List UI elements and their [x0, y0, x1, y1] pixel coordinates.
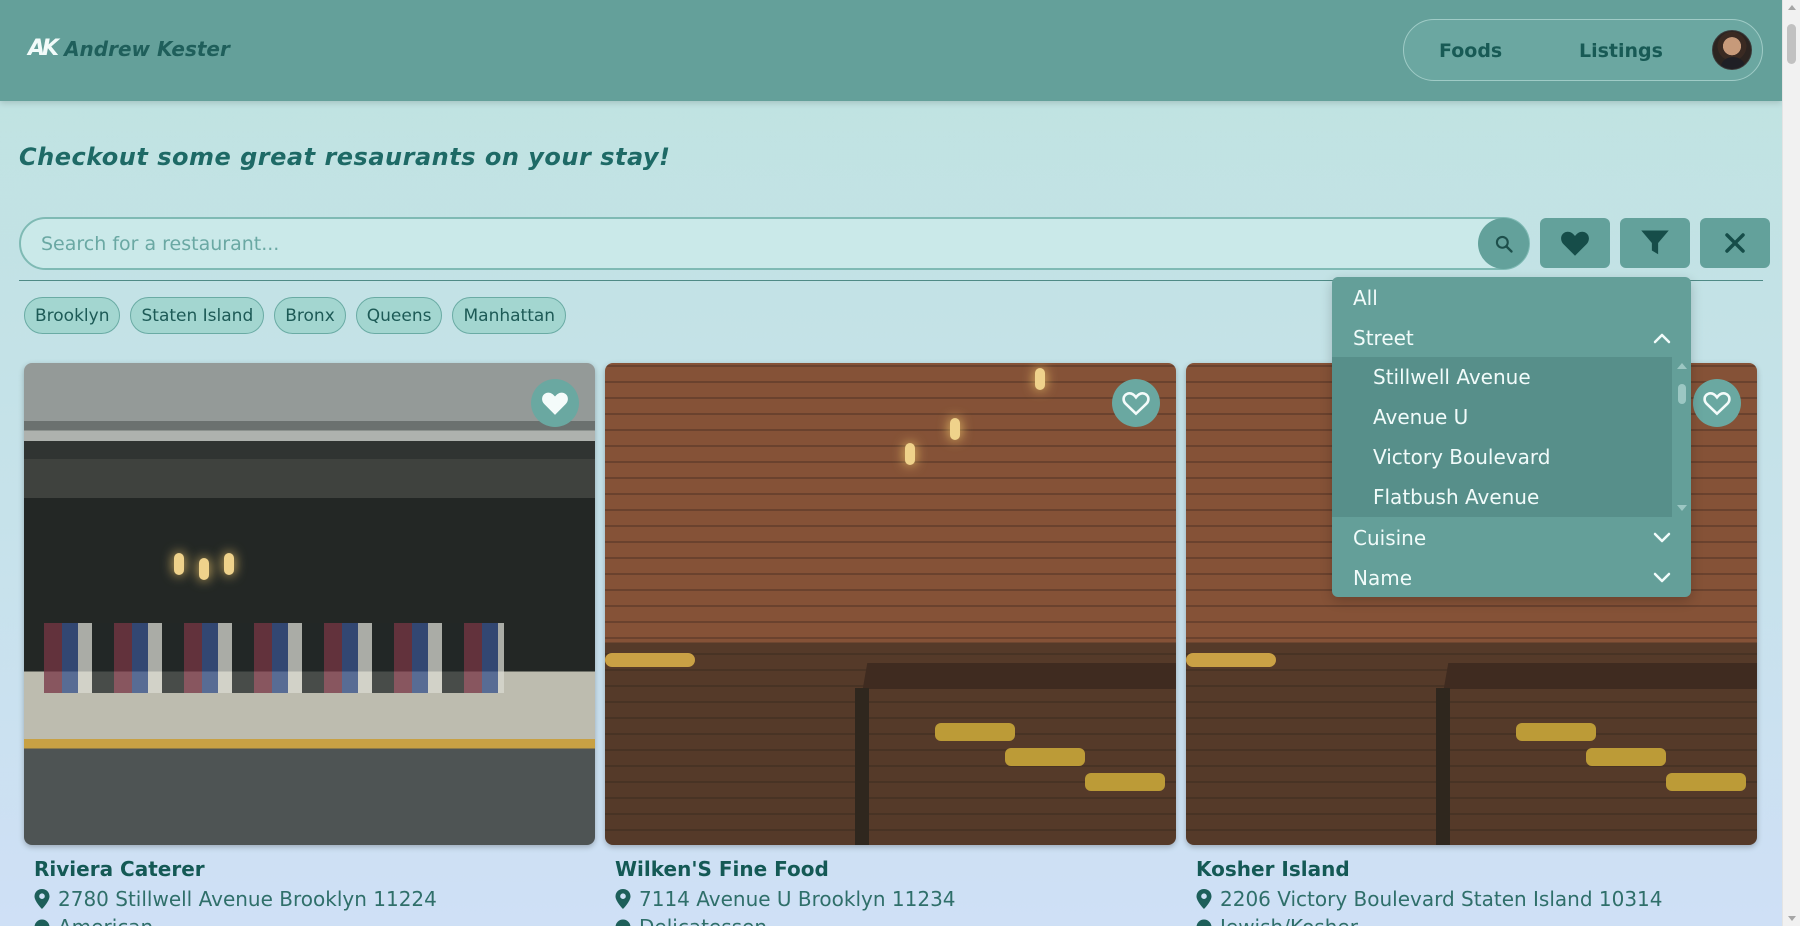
street-option[interactable]: Victory Boulevard: [1373, 445, 1550, 469]
street-option[interactable]: Stillwell Avenue: [1373, 365, 1531, 389]
chip-staten-island[interactable]: Staten Island: [130, 297, 265, 334]
restaurant-cuisine: Delicatessen: [615, 915, 767, 926]
cuisine-text: Jewish/Kosher: [1220, 915, 1358, 926]
street-option[interactable]: Flatbush Avenue: [1373, 485, 1539, 509]
street-options-scrollbar[interactable]: [1673, 357, 1691, 517]
restaurant-address: 7114 Avenue U Brooklyn 11234: [615, 887, 956, 911]
cuisine-text: Delicatessen: [639, 915, 767, 926]
chip-manhattan[interactable]: Manhattan: [452, 297, 567, 334]
filter-button[interactable]: [1620, 218, 1690, 268]
top-navbar: AK Andrew Kester Foods Listings: [0, 0, 1782, 101]
user-avatar[interactable]: [1712, 30, 1752, 70]
restaurant-card-image[interactable]: [605, 363, 1176, 845]
favorite-toggle[interactable]: [1112, 379, 1160, 427]
restaurant-address: 2780 Stillwell Avenue Brooklyn 11224: [34, 887, 437, 911]
address-text: 2780 Stillwell Avenue Brooklyn 11224: [58, 887, 437, 911]
restaurant-name[interactable]: Wilken'S Fine Food: [615, 857, 829, 881]
scroll-thumb[interactable]: [1787, 24, 1796, 64]
filter-option-all[interactable]: All: [1353, 286, 1378, 310]
scroll-down-arrow-icon[interactable]: [1788, 916, 1796, 921]
restaurant-name[interactable]: Kosher Island: [1196, 857, 1350, 881]
scroll-thumb[interactable]: [1678, 384, 1686, 404]
map-pin-icon: [34, 889, 50, 909]
street-option[interactable]: Avenue U: [1373, 405, 1468, 429]
address-text: 7114 Avenue U Brooklyn 11234: [639, 887, 956, 911]
scroll-up-arrow-icon[interactable]: [1677, 363, 1687, 369]
clear-filters-button[interactable]: [1700, 218, 1770, 268]
street-options-list: Stillwell Avenue Avenue U Victory Boulev…: [1332, 357, 1672, 517]
restaurant-cuisine: American: [34, 915, 153, 926]
search-button[interactable]: [1478, 218, 1529, 269]
borough-filter-chips: Brooklyn Staten Island Bronx Queens Manh…: [24, 297, 567, 334]
nav-listings-link[interactable]: Listings: [1579, 40, 1663, 62]
heart-filled-icon: [542, 392, 568, 415]
utensils-icon: [1196, 919, 1212, 926]
chevron-up-icon[interactable]: [1653, 329, 1671, 347]
funnel-icon: [1641, 230, 1669, 255]
cuisine-text: American: [58, 915, 153, 926]
chip-bronx[interactable]: Bronx: [274, 297, 346, 334]
map-pin-icon: [1196, 889, 1212, 909]
scroll-down-arrow-icon[interactable]: [1677, 505, 1687, 511]
brand[interactable]: AK Andrew Kester: [28, 36, 230, 61]
filter-group-cuisine[interactable]: Cuisine: [1353, 526, 1426, 550]
nav-menu: Foods Listings: [1403, 19, 1763, 81]
restaurant-address: 2206 Victory Boulevard Staten Island 103…: [1196, 887, 1663, 911]
chip-brooklyn[interactable]: Brooklyn: [24, 297, 121, 334]
search-bar: [19, 217, 1530, 270]
brand-name: Andrew Kester: [64, 36, 230, 61]
page-scrollbar[interactable]: [1782, 0, 1800, 926]
scroll-up-arrow-icon[interactable]: [1788, 5, 1796, 10]
utensils-icon: [615, 919, 631, 926]
heart-icon: [1561, 231, 1589, 256]
page-title: Checkout some great resaurants on your s…: [19, 143, 671, 171]
favorites-filter-button[interactable]: [1540, 218, 1610, 268]
heart-outline-icon: [1703, 392, 1731, 416]
filter-dropdown-menu: All Street Stillwell Avenue Avenue U Vic…: [1332, 277, 1691, 597]
nav-foods-link[interactable]: Foods: [1439, 40, 1502, 62]
search-icon: [1495, 235, 1513, 253]
chevron-down-icon[interactable]: [1653, 569, 1671, 587]
chevron-down-icon[interactable]: [1653, 529, 1671, 547]
map-pin-icon: [615, 889, 631, 909]
brand-logo: AK: [28, 36, 59, 61]
restaurant-card-image[interactable]: [24, 363, 595, 845]
filter-group-street[interactable]: Street: [1353, 326, 1414, 350]
favorite-toggle[interactable]: [531, 379, 579, 427]
search-input[interactable]: [41, 229, 1441, 259]
close-icon: [1725, 233, 1745, 253]
chip-queens[interactable]: Queens: [355, 297, 443, 334]
restaurant-name[interactable]: Riviera Caterer: [34, 857, 205, 881]
heart-outline-icon: [1122, 392, 1150, 416]
utensils-icon: [34, 919, 50, 926]
restaurant-cuisine: Jewish/Kosher: [1196, 915, 1358, 926]
address-text: 2206 Victory Boulevard Staten Island 103…: [1220, 887, 1663, 911]
filter-group-name[interactable]: Name: [1353, 566, 1412, 590]
favorite-toggle[interactable]: [1693, 379, 1741, 427]
